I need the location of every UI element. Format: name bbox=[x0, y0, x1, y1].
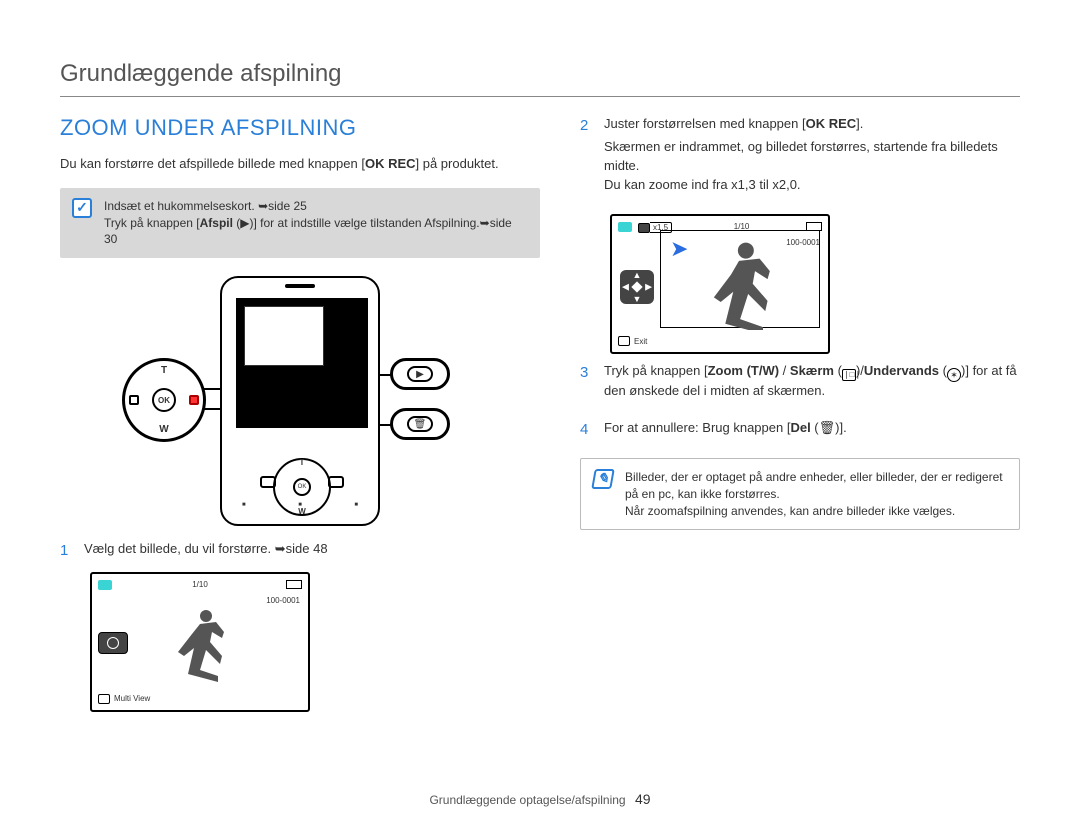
tip-note: ✎ Billeder, der er optaget på andre enhe… bbox=[580, 458, 1020, 530]
step-2-a: Juster forstørrelsen med knappen [ bbox=[604, 116, 806, 131]
intro-prefix: Du kan forstørre det afspillede billede … bbox=[60, 156, 365, 171]
device-play-btn bbox=[260, 476, 276, 488]
section-heading: ZOOM UNDER AFSPILNING bbox=[60, 115, 540, 141]
device-illustration: T W OK ▶ 🗑 T bbox=[60, 276, 540, 526]
mode-indicator-icon bbox=[98, 580, 112, 590]
step-3-sep3b: )] bbox=[961, 363, 969, 378]
step-3-bold2: Skærm bbox=[790, 363, 834, 378]
header-rule bbox=[60, 96, 1020, 97]
pencil-note-icon: ✎ bbox=[591, 469, 615, 489]
tip-line1: Billeder, der er optaget på andre enhede… bbox=[625, 469, 1007, 503]
zoom-preview-screenshot: x1.5 1/10 100-0001 ➤ ▲▼◀▶ Exit bbox=[610, 214, 830, 354]
step-3-sep2: ( bbox=[834, 363, 842, 378]
step-4: 4 For at annullere: Brug knappen [Del (🗑… bbox=[580, 419, 1020, 448]
step-3-bold1: Zoom (T/W) bbox=[708, 363, 779, 378]
page-footer: Grundlæggende optagelse/afspilning 49 bbox=[0, 791, 1080, 807]
step-3-number: 3 bbox=[580, 362, 594, 411]
trash-icon: 🗑 bbox=[407, 416, 433, 432]
step-3-sep3a: ( bbox=[939, 363, 947, 378]
playback-preview-screenshot: 1/10 100-0001 Multi View bbox=[90, 572, 310, 712]
step-2-number: 2 bbox=[580, 115, 594, 204]
prereq-line2-bold: Afspil bbox=[200, 216, 233, 230]
device-dpad-t: T bbox=[300, 458, 305, 467]
play-button-callout: ▶ bbox=[390, 358, 450, 390]
dpad-callout: T W OK bbox=[122, 358, 206, 442]
step-2: 2 Juster forstørrelsen med knappen [OK R… bbox=[580, 115, 1020, 204]
step-4-a: For at annullere: Brug knappen [ bbox=[604, 420, 790, 435]
step-4-b: (🗑)]. bbox=[811, 420, 847, 435]
prerequisite-lines: Indsæt et hukommelseskort. ➥side 25 Tryk… bbox=[104, 198, 528, 248]
camcorder-device: T W OK ▶ 🗑 T bbox=[220, 276, 380, 526]
bottom-left-hint: Multi View bbox=[98, 694, 150, 704]
step-3-sep2b: )/ bbox=[856, 363, 864, 378]
prerequisite-note: ✓ Indsæt et hukommelseskort. ➥side 25 Tr… bbox=[60, 188, 540, 258]
intro-button-label: OK REC bbox=[365, 156, 416, 171]
magnifier-icon-2 bbox=[638, 223, 650, 233]
file-number: 100-0001 bbox=[266, 596, 300, 605]
checklist-icon: ✓ bbox=[72, 198, 92, 218]
zoom-seek-control bbox=[98, 632, 128, 654]
step-3-a: Tryk på knappen [ bbox=[604, 363, 708, 378]
mode-indicator-icon-2 bbox=[618, 222, 632, 232]
dpad-left-nub bbox=[129, 395, 139, 405]
skater-silhouette-2 bbox=[707, 238, 787, 330]
device-del-btn bbox=[328, 476, 344, 488]
battery-icon bbox=[286, 580, 302, 589]
step-3-sep1: / bbox=[779, 363, 790, 378]
keycap-icon bbox=[98, 694, 110, 704]
step-1-ref: ➥side 48 bbox=[275, 541, 328, 556]
play-icon: ▶ bbox=[407, 366, 433, 382]
step-1: 1 Vælg det billede, du vil forstørre. ➥s… bbox=[60, 540, 540, 562]
bottom-left-hint-2: Exit bbox=[618, 336, 647, 346]
step-2-extra2: Du kan zoome ind fra x1,3 til x2,0. bbox=[604, 176, 1020, 195]
header-title: Grundlæggende afspilning bbox=[60, 60, 1020, 96]
image-counter: 1/10 bbox=[192, 580, 208, 589]
tip-line2: Når zoomafspilning anvendes, kan andre b… bbox=[625, 503, 1007, 520]
step-4-bold: Del bbox=[790, 420, 810, 435]
dpad-rec-nub bbox=[189, 395, 199, 405]
pan-dpad-overlay: ▲▼◀▶ bbox=[620, 270, 654, 304]
prereq-line1-ref: ➥side 25 bbox=[258, 199, 307, 213]
prereq-line1-text: Indsæt et hukommelseskort. bbox=[104, 199, 258, 213]
step-2-extra1: Skærmen er indrammet, og billedet forstø… bbox=[604, 138, 1020, 176]
device-dpad-ok: OK bbox=[293, 478, 311, 496]
keycap-icon-2 bbox=[618, 336, 630, 346]
dpad-w-label: W bbox=[159, 424, 168, 435]
prereq-line2a: Tryk på knappen [ bbox=[104, 216, 200, 230]
step-4-number: 4 bbox=[580, 419, 594, 448]
dpad-t-label: T bbox=[161, 365, 167, 376]
dpad-ok-button: OK bbox=[152, 388, 176, 412]
exit-label: Exit bbox=[634, 337, 647, 346]
device-screen bbox=[236, 298, 368, 428]
step-2-bold: OK REC bbox=[806, 116, 857, 131]
step-2-b: ]. bbox=[856, 116, 863, 131]
magnifier-icon bbox=[107, 637, 119, 649]
delete-button-callout: 🗑 bbox=[390, 408, 450, 440]
footer-section: Grundlæggende optagelse/afspilning bbox=[429, 793, 625, 807]
multiview-label: Multi View bbox=[114, 694, 150, 703]
screen-toggle-icon: ❘□❘ bbox=[842, 369, 856, 381]
footer-page-number: 49 bbox=[635, 791, 651, 807]
step-3-bold3: Undervands bbox=[864, 363, 939, 378]
prereq-line2b: (▶)] for at indstille vælge tilstanden A… bbox=[233, 216, 480, 230]
step-3: 3 Tryk på knappen [Zoom (T/W) / Skærm (❘… bbox=[580, 362, 1020, 411]
underwater-icon: ✶ bbox=[947, 368, 961, 382]
intro-text: Du kan forstørre det afspillede billede … bbox=[60, 155, 540, 174]
step-1-text: Vælg det billede, du vil forstørre. bbox=[84, 541, 275, 556]
step-1-number: 1 bbox=[60, 540, 74, 562]
intro-suffix: ] på produktet. bbox=[416, 156, 499, 171]
skater-silhouette bbox=[172, 604, 242, 684]
